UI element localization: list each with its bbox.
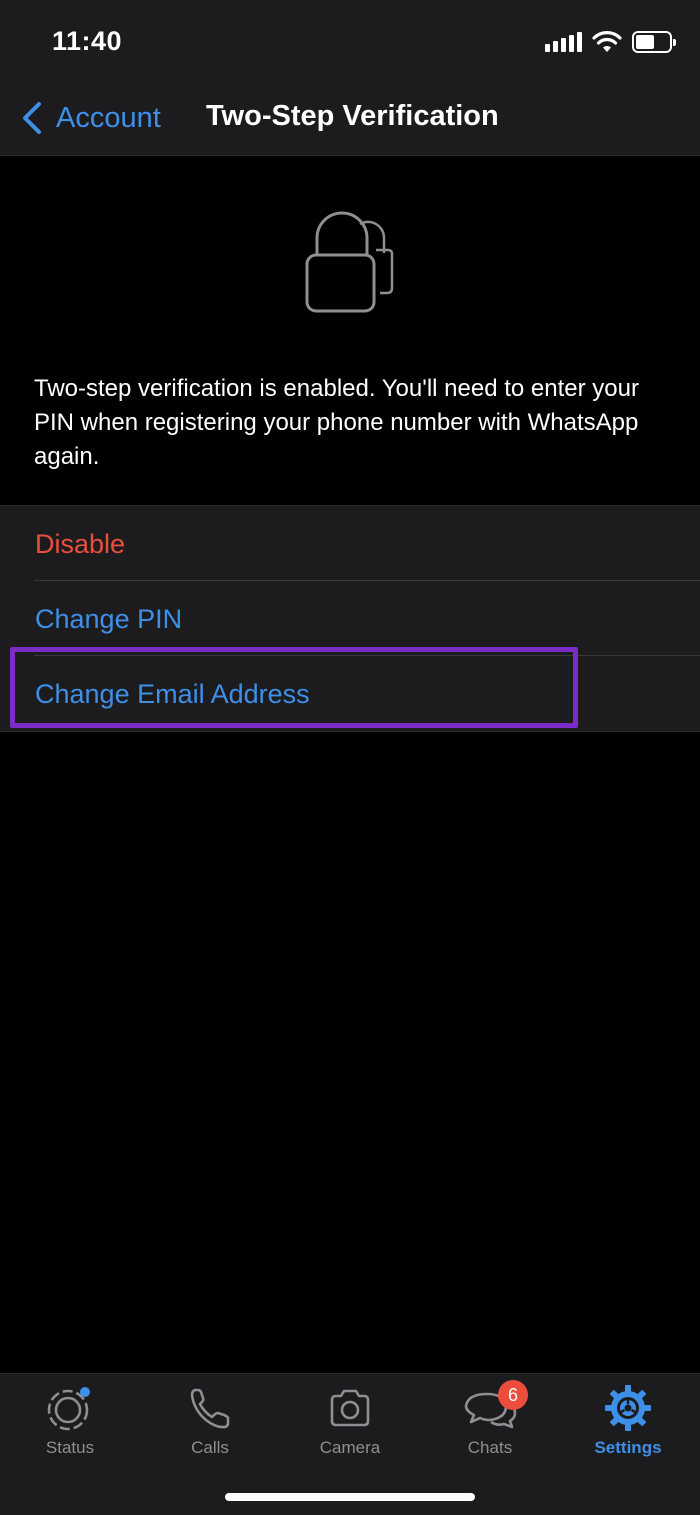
- two-step-verification-screen: 11:40 Account Two-Step Verification Two-…: [0, 0, 700, 1515]
- lock-icon: [300, 208, 400, 318]
- tab-chats[interactable]: 6 Chats: [420, 1380, 560, 1464]
- chat-bubbles-icon: 6: [464, 1380, 528, 1432]
- status-time: 11:40: [52, 26, 123, 56]
- disable-label: Disable: [35, 529, 126, 559]
- verification-description: Two-step verification is enabled. You'll…: [34, 375, 639, 470]
- tab-settings-label: Settings: [594, 1438, 662, 1457]
- back-button[interactable]: Account: [20, 98, 161, 138]
- battery-icon: [632, 31, 676, 53]
- cellular-signal-icon: [545, 32, 582, 52]
- change-email-address-label: Change Email Address: [35, 679, 310, 709]
- phone-icon: [186, 1384, 234, 1432]
- status-icons: [545, 30, 676, 54]
- status-unread-dot: [80, 1387, 90, 1397]
- camera-icon: [326, 1384, 374, 1432]
- page-title: Two-Step Verification: [206, 100, 499, 132]
- change-pin-label: Change PIN: [35, 604, 183, 634]
- disable-button[interactable]: Disable: [0, 506, 700, 581]
- tab-settings[interactable]: Settings: [558, 1384, 698, 1464]
- wifi-icon: [592, 31, 622, 52]
- home-indicator: [225, 1493, 475, 1501]
- options-list: Disable Change PIN Change Email Address: [0, 505, 700, 732]
- header: 11:40 Account Two-Step Verification: [0, 0, 700, 156]
- unread-badge: 6: [498, 1380, 528, 1410]
- change-pin-button[interactable]: Change PIN: [0, 581, 700, 656]
- tab-camera[interactable]: Camera: [280, 1384, 420, 1464]
- tab-calls-label: Calls: [191, 1438, 229, 1457]
- tab-camera-label: Camera: [319, 1438, 381, 1457]
- back-label: Account: [56, 101, 161, 134]
- tab-status[interactable]: Status: [0, 1384, 140, 1464]
- tab-chats-label: Chats: [467, 1438, 513, 1457]
- chevron-left-icon: [23, 102, 41, 134]
- tab-status-label: Status: [45, 1438, 95, 1457]
- gear-icon: [604, 1384, 652, 1432]
- change-email-address-button[interactable]: Change Email Address: [0, 656, 700, 731]
- tab-calls[interactable]: Calls: [140, 1384, 280, 1464]
- status-icon: [46, 1384, 94, 1432]
